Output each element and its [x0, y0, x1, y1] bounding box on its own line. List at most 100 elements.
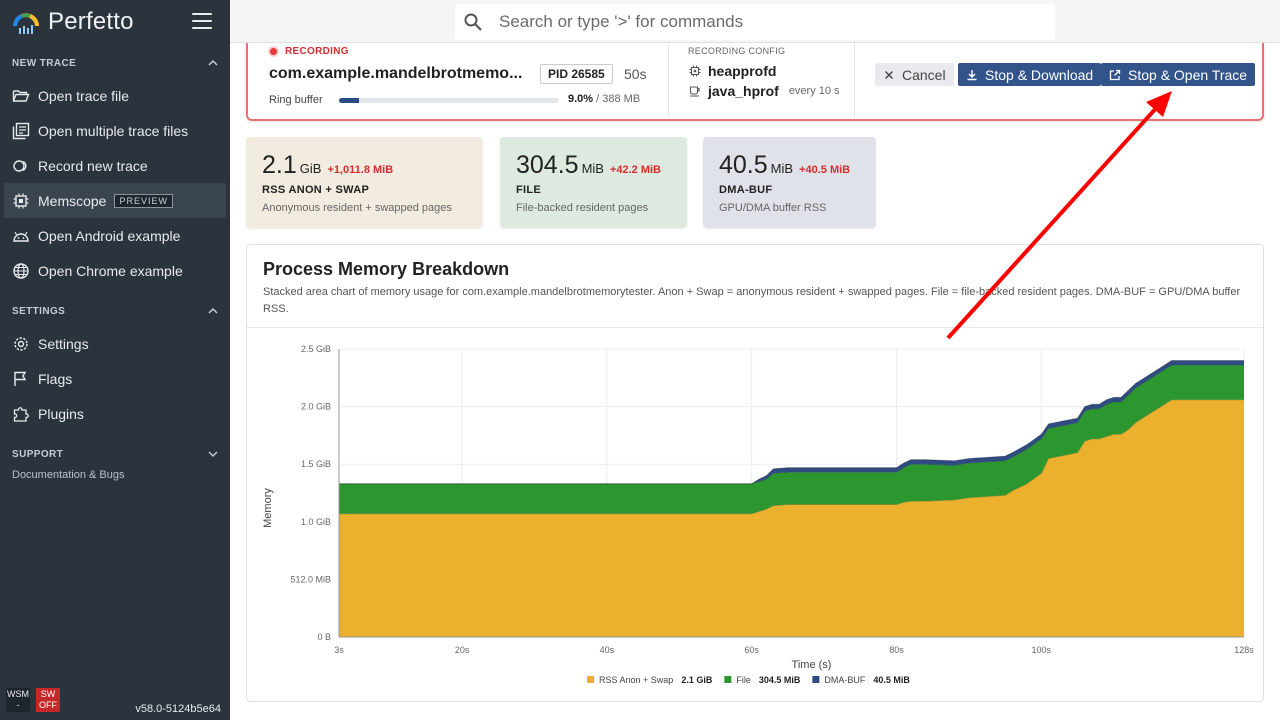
y-tick-label: 0 B	[317, 632, 331, 642]
y-tick-label: 512.0 MiB	[290, 574, 331, 584]
stat-value: 304.5 MiB +42.2 MiB	[516, 151, 671, 180]
stop-open-trace-button[interactable]: Stop & Open Trace	[1101, 63, 1256, 86]
chevron-up-icon	[208, 59, 218, 66]
sidebar-item-label: Record new trace	[38, 157, 148, 174]
stat-number: 2.1	[262, 151, 297, 179]
divider	[668, 43, 669, 117]
section-title: SETTINGS	[12, 305, 66, 317]
stat-name: FILE	[516, 184, 542, 196]
hamburger-menu-icon[interactable]	[192, 13, 212, 29]
config-item-java-hprof: java_hprof every 10 s	[689, 83, 840, 99]
stat-name: RSS ANON + SWAP	[262, 184, 370, 196]
sidebar-item-label: Flags	[38, 370, 73, 387]
legend-value: 40.5 MiB	[873, 675, 910, 685]
search-input[interactable]	[499, 12, 1019, 32]
y-axis-label: Memory	[262, 488, 274, 528]
x-tick-label: 128s	[1234, 645, 1254, 655]
android-icon	[13, 231, 29, 242]
ring-buffer-label: Ring buffer	[269, 94, 323, 106]
cancel-button[interactable]: Cancel	[875, 63, 954, 86]
library-icon	[12, 122, 30, 139]
section-title: NEW TRACE	[12, 57, 77, 69]
ring-buffer-bar	[339, 98, 559, 103]
sidebar-item-open-android-example[interactable]: Open Android example	[0, 218, 230, 253]
x-tick-label: 80s	[889, 645, 904, 655]
config-item-name: java_hprof	[708, 83, 779, 99]
wsm-indicator[interactable]: WSM -	[6, 688, 30, 712]
open-external-icon	[1109, 69, 1121, 80]
sidebar-item-label: Memscope	[38, 192, 107, 209]
sidebar-item-open-multiple[interactable]: Open multiple trace files	[0, 113, 230, 148]
stop-download-label: Stop & Download	[985, 66, 1094, 83]
sidebar-item-open-chrome-example[interactable]: Open Chrome example	[0, 253, 230, 288]
cancel-label: Cancel	[902, 66, 946, 83]
chevron-down-icon	[208, 451, 218, 458]
stat-unit: GiB	[299, 161, 322, 176]
legend-label: RSS Anon + Swap	[599, 675, 673, 685]
section-new-trace[interactable]: NEW TRACE	[0, 53, 230, 73]
legend-value: 304.5 MiB	[759, 675, 801, 685]
x-tick-label: 3s	[334, 645, 344, 655]
config-item-heapprofd: heapprofd	[689, 63, 776, 79]
perfetto-logo-icon	[13, 12, 39, 34]
download-icon	[967, 69, 977, 80]
stat-description: GPU/DMA buffer RSS	[719, 202, 827, 214]
stat-delta: +42.2 MiB	[609, 164, 662, 176]
topbar	[230, 0, 1280, 43]
x-axis-label: Time (s)	[792, 659, 832, 671]
legend-label: DMA-BUF	[824, 675, 865, 685]
legend-swatch	[812, 676, 820, 683]
sidebar-item-flags[interactable]: Flags	[0, 361, 230, 396]
memory-breakdown-card: Process Memory Breakdown Stacked area ch…	[246, 244, 1264, 702]
stat-card-rss-anon: 2.1 GiB +1,011.8 MiB RSS ANON + SWAP Anony…	[246, 137, 483, 228]
sidebar-item-open-trace-file[interactable]: Open trace file	[0, 78, 230, 113]
config-item-note: every 10 s	[788, 85, 840, 97]
stat-description: Anonymous resident + swapped pages	[262, 202, 452, 214]
stat-number: 304.5	[516, 151, 579, 179]
y-tick-label: 2.0 GiB	[301, 402, 331, 412]
sidebar-item-documentation[interactable]: Documentation & Bugs	[0, 466, 230, 484]
stat-unit: MiB	[770, 161, 794, 176]
recording-status: RECORDING	[268, 46, 349, 57]
recording-dot-icon	[268, 46, 279, 57]
close-icon	[885, 70, 893, 79]
sidebar-item-plugins[interactable]: Plugins	[0, 396, 230, 431]
omnibox[interactable]	[455, 4, 1055, 40]
memscope-page: RECORDING com.example.mandelbrotmemo... …	[230, 43, 1280, 720]
pid-badge: PID 26585	[540, 64, 613, 84]
sidebar-item-label: Plugins	[38, 405, 84, 422]
legend-value: 2.1 GiB	[681, 675, 713, 685]
memory-area-chart[interactable]: 0 B 512.0 MiB 1.0 GiB 1.5 GiB 2.0 GiB 2.5 GiB…	[247, 328, 1263, 700]
sidebar-item-label: Open Android example	[38, 227, 181, 244]
stop-open-trace-label: Stop & Open Trace	[1128, 66, 1248, 83]
section-support[interactable]: SUPPORT	[0, 444, 230, 464]
coffee-icon	[689, 86, 700, 97]
stat-delta: +40.5 MiB	[799, 164, 851, 176]
ring-buffer-total: / 388 MB	[596, 93, 641, 105]
divider	[854, 43, 855, 117]
stat-value: 40.5 MiB +40.5 MiB	[719, 151, 860, 180]
chip-icon	[689, 65, 701, 77]
sidebar-item-memscope[interactable]: Memscope PREVIEW	[4, 183, 226, 218]
chip-icon	[13, 193, 29, 208]
chevron-up-icon	[208, 307, 218, 314]
wsm-value: -	[16, 700, 20, 710]
stat-name: DMA-BUF	[719, 184, 773, 196]
sw-value: OFF	[39, 700, 57, 710]
legend-swatch	[724, 676, 732, 683]
stop-download-button[interactable]: Stop & Download	[958, 63, 1102, 86]
puzzle-icon	[13, 406, 29, 422]
section-settings[interactable]: SETTINGS	[0, 301, 230, 321]
stat-value: 2.1 GiB +1,011.8 MiB	[262, 151, 467, 180]
sidebar: Perfetto NEW TRACE Open trace file Open …	[0, 0, 230, 720]
sidebar-item-settings[interactable]: Settings	[0, 326, 230, 361]
wsm-label: WSM	[7, 689, 29, 699]
y-tick-label: 2.5 GiB	[301, 344, 331, 354]
sw-label: SW	[40, 689, 56, 699]
record-icon	[13, 159, 27, 172]
version-label: v58.0-5124b5e64	[135, 703, 221, 715]
section-title: SUPPORT	[12, 448, 64, 460]
sidebar-item-record-new-trace[interactable]: Record new trace	[0, 148, 230, 183]
sw-indicator[interactable]: SW OFF	[36, 688, 60, 712]
recording-status-label: RECORDING	[285, 46, 349, 57]
